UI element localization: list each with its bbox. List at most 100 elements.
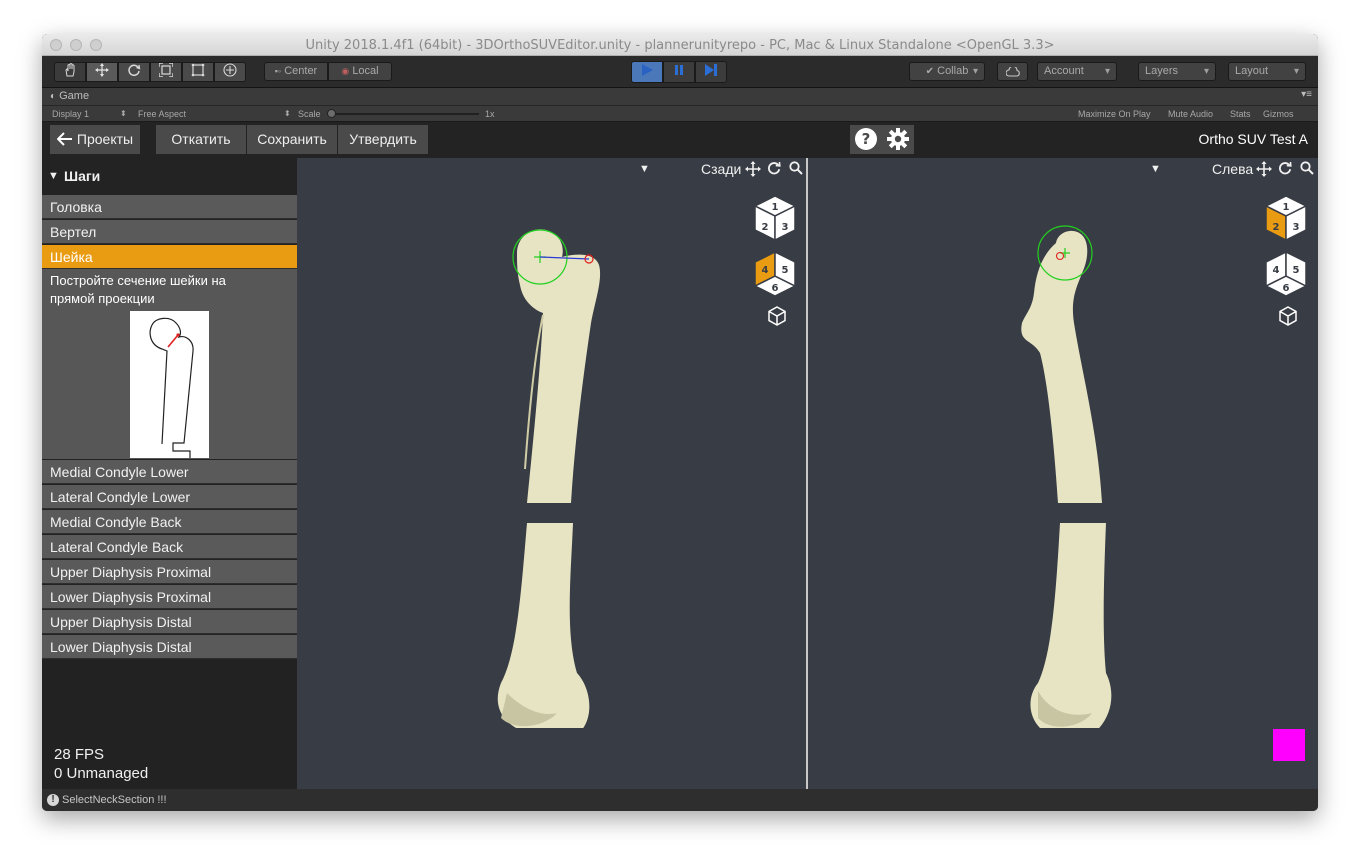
unity-window: Unity 2018.1.4f1 (64bit) - 3DOrthoSUVEdi… (42, 34, 1318, 811)
cube-face-label: 3 (1293, 222, 1300, 233)
display-select[interactable]: Display 1 (52, 109, 89, 119)
app-top-bar: Проекты Откатить Сохранить Утвердить ? O… (42, 122, 1318, 158)
view-dropdown-arrow-icon[interactable]: ▼ (1150, 163, 1161, 175)
steps-header[interactable]: ▼ Шаги (42, 158, 297, 194)
account-label: Account (1044, 65, 1084, 77)
step-item[interactable]: Lateral Condyle Back (42, 535, 297, 559)
step-icon (705, 64, 717, 76)
move-tool-button[interactable] (86, 62, 118, 82)
rotate-tool-button[interactable] (118, 62, 150, 82)
scale-value: 1x (485, 109, 495, 119)
step-item[interactable]: Medial Condyle Back (42, 510, 297, 534)
rotate-view-icon[interactable] (767, 161, 781, 175)
pivot-local-button[interactable]: ◉ Local (328, 62, 392, 81)
pacman-icon: ◐ (50, 91, 57, 102)
rect-tool-button[interactable] (182, 62, 214, 82)
viewport-lateral[interactable]: ▼ Слева 1 2 3 4 5 6 (808, 158, 1318, 789)
view-cube-123[interactable]: 1 2 3 (753, 195, 797, 241)
gizmos-dropdown[interactable]: Gizmos (1263, 109, 1294, 119)
aspect-select-arrow: ⬍ (284, 109, 291, 118)
layout-label: Layout (1235, 65, 1269, 77)
scale-slider-track[interactable] (327, 113, 479, 115)
scale-slider-thumb[interactable] (327, 109, 336, 118)
account-dropdown[interactable]: Account (1037, 62, 1117, 81)
local-label: Local (352, 65, 379, 77)
mute-audio-toggle[interactable]: Mute Audio (1168, 109, 1213, 119)
pan-icon[interactable] (1256, 161, 1272, 177)
zoom-icon[interactable] (789, 161, 803, 175)
view-cube-123[interactable]: 1 2 3 (1264, 195, 1308, 241)
pivot-icon: ▪◦ (274, 66, 282, 76)
project-name: Ortho SUV Test A (1198, 131, 1308, 147)
display-select-arrow: ⬍ (120, 109, 127, 118)
hand-tool-button[interactable] (54, 62, 86, 82)
layers-dropdown[interactable]: Layers (1138, 62, 1216, 81)
view-name-label: Сзади (701, 161, 742, 177)
layout-dropdown[interactable]: Layout (1228, 62, 1306, 81)
help-icon[interactable]: ? (854, 127, 878, 151)
step-item[interactable]: Upper Diaphysis Proximal (42, 560, 297, 584)
info-icon: ! (47, 794, 59, 806)
step-item[interactable]: Lower Diaphysis Distal (42, 635, 297, 659)
pan-icon[interactable] (745, 161, 761, 177)
editor-toolbar: ▪◦ Center ◉ Local ✔ Collab Account Layer… (42, 56, 1318, 88)
stats-toggle[interactable]: Stats (1230, 109, 1251, 119)
step-button[interactable] (695, 61, 727, 83)
perspective-cube-icon[interactable] (1278, 306, 1298, 326)
pause-button[interactable] (663, 61, 695, 83)
window-title: Unity 2018.1.4f1 (64bit) - 3DOrthoSUVEdi… (305, 38, 1055, 53)
back-to-projects-button[interactable]: Проекты (50, 125, 140, 154)
view-cube-456[interactable]: 4 5 6 (1264, 251, 1308, 297)
viewport-posterior[interactable]: ▼ Сзади 1 2 3 4 5 6 (297, 158, 806, 789)
rotate-icon (128, 64, 141, 77)
game-tab[interactable]: ◐ Game (50, 90, 89, 102)
step-item[interactable]: Lateral Condyle Lower (42, 485, 297, 509)
step-item[interactable]: Medial Condyle Lower (42, 460, 297, 484)
rotate-view-icon[interactable] (1278, 161, 1292, 175)
confirm-button[interactable]: Утвердить (338, 125, 428, 154)
step-item[interactable]: Головка (42, 195, 297, 219)
tab-menu-icon[interactable]: ▾≡ (1301, 89, 1312, 100)
cloud-icon (1005, 65, 1020, 77)
arrow-left-icon (56, 132, 72, 146)
femur-posterior-model (497, 229, 601, 728)
step-item[interactable]: Upper Diaphysis Distal (42, 610, 297, 634)
cube-face-label: 1 (1283, 202, 1290, 213)
scale-icon (158, 62, 174, 78)
cube-face-label: 2 (762, 222, 769, 233)
aspect-select[interactable]: Free Aspect (138, 109, 186, 119)
cube-face-label: 6 (1283, 283, 1290, 294)
view-dropdown-arrow-icon[interactable]: ▼ (639, 163, 650, 175)
pivot-center-button[interactable]: ▪◦ Center (264, 62, 328, 81)
cube-face-label: 6 (772, 283, 779, 294)
title-bar: Unity 2018.1.4f1 (64bit) - 3DOrthoSUVEdi… (42, 34, 1318, 56)
zoom-icon[interactable] (1300, 161, 1314, 175)
perspective-cube-icon[interactable] (767, 306, 787, 326)
steps-header-label: Шаги (64, 168, 101, 184)
step-item-active[interactable]: Шейка (42, 245, 297, 269)
scale-tool-button[interactable] (150, 62, 182, 82)
game-view-bar: Display 1 ⬍ Free Aspect ⬍ Scale 1x Maxim… (42, 105, 1318, 122)
rollback-button[interactable]: Откатить (156, 125, 246, 154)
collab-dropdown[interactable]: ✔ Collab (909, 62, 985, 81)
cube-face-label: 5 (1293, 265, 1300, 276)
local-icon: ◉ (341, 66, 350, 76)
steps-sidebar: ▼ Шаги Головка Вертел Шейка Постройте се… (42, 158, 297, 789)
pause-icon (675, 65, 683, 75)
view-cube-456[interactable]: 4 5 6 (753, 251, 797, 297)
rect-icon (191, 63, 205, 77)
step-item[interactable]: Вертел (42, 220, 297, 244)
transform-tool-button[interactable] (214, 62, 246, 82)
cube-face-label: 4 (762, 265, 769, 276)
game-tab-label: Game (59, 90, 90, 102)
save-button[interactable]: Сохранить (247, 125, 337, 154)
gear-icon[interactable] (886, 127, 910, 151)
layers-label: Layers (1145, 65, 1179, 77)
cloud-button[interactable] (997, 62, 1028, 81)
step-description: Постройте сечение шейки на прямой проекц… (50, 273, 226, 306)
transform-icon (223, 63, 237, 77)
maximize-on-play-toggle[interactable]: Maximize On Play (1078, 109, 1151, 119)
play-button[interactable] (631, 61, 663, 83)
fps-counter: 28 FPS (54, 746, 105, 763)
step-item[interactable]: Lower Diaphysis Proximal (42, 585, 297, 609)
